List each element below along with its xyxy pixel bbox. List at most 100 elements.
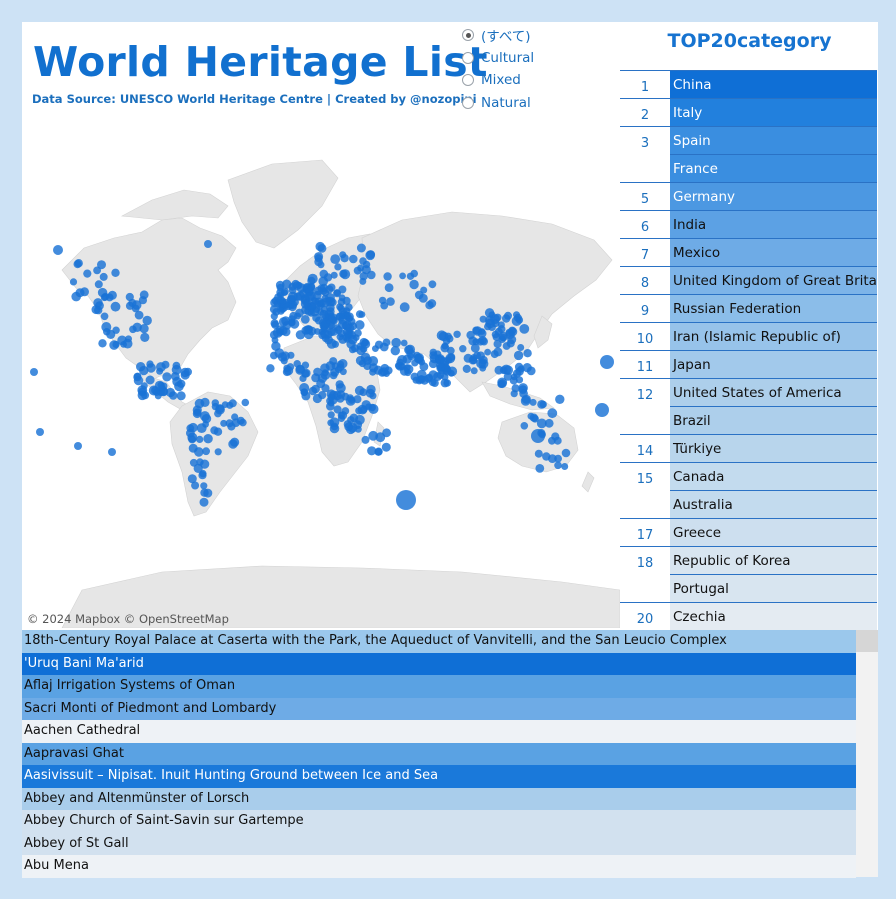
site-list-item[interactable]: Abu Mena: [22, 855, 856, 878]
heritage-site-dot[interactable]: [551, 432, 560, 441]
heritage-site-dot[interactable]: [339, 251, 347, 259]
heritage-site-dot[interactable]: [191, 481, 200, 490]
heritage-site-dot[interactable]: [396, 490, 416, 510]
country-name[interactable]: Iran (Islamic Republic of): [670, 322, 877, 350]
heritage-site-dot[interactable]: [168, 391, 178, 400]
heritage-site-dot[interactable]: [228, 399, 237, 408]
heritage-site-dot[interactable]: [180, 370, 190, 380]
heritage-site-dot[interactable]: [480, 337, 488, 346]
heritage-site-dot[interactable]: [400, 339, 408, 347]
heritage-site-dot[interactable]: [428, 359, 438, 369]
heritage-site-dot[interactable]: [504, 311, 512, 320]
heritage-site-dot[interactable]: [231, 413, 239, 421]
heritage-site-dot[interactable]: [410, 372, 419, 381]
heritage-site-dot[interactable]: [381, 442, 391, 452]
heritage-site-dot[interactable]: [122, 338, 133, 349]
heritage-site-dot[interactable]: [75, 288, 85, 298]
heritage-site-dot[interactable]: [477, 329, 487, 338]
world-map-canvas[interactable]: [22, 120, 620, 628]
heritage-site-dot[interactable]: [317, 261, 325, 269]
site-list-item[interactable]: 'Uruq Bani Ma'arid: [22, 652, 856, 675]
heritage-site-dot[interactable]: [318, 331, 327, 340]
country-name[interactable]: Spain: [670, 126, 877, 154]
heritage-site-dot[interactable]: [513, 350, 524, 361]
heritage-site-dot[interactable]: [146, 363, 156, 373]
country-name[interactable]: Portugal: [670, 574, 877, 602]
heritage-site-dot[interactable]: [134, 310, 144, 320]
heritage-site-dot[interactable]: [440, 343, 450, 353]
heritage-site-dot[interactable]: [320, 363, 330, 373]
heritage-site-dot[interactable]: [186, 428, 195, 438]
heritage-site-list[interactable]: 18th-Century Royal Palace at Caserta wit…: [22, 630, 878, 878]
heritage-site-dot[interactable]: [407, 353, 415, 361]
country-name[interactable]: France: [670, 154, 877, 182]
heritage-site-dot[interactable]: [293, 360, 301, 368]
heritage-site-dot[interactable]: [346, 394, 355, 402]
heritage-site-dot[interactable]: [349, 254, 358, 264]
ranking-row[interactable]: 20 Czechia: [620, 602, 877, 630]
heritage-site-dot[interactable]: [375, 432, 386, 443]
country-name[interactable]: China: [670, 70, 877, 98]
site-list-item[interactable]: Abbey Church of Saint-Savin sur Gartempe: [22, 810, 856, 833]
heritage-site-dot[interactable]: [362, 260, 371, 269]
heritage-site-dot[interactable]: [554, 461, 562, 470]
heritage-site-dot[interactable]: [271, 320, 280, 329]
heritage-site-dot[interactable]: [318, 391, 327, 400]
country-name[interactable]: Russian Federation: [670, 294, 877, 322]
site-list-item[interactable]: Aachen Cathedral: [22, 720, 856, 743]
country-name[interactable]: Türkiye: [670, 434, 877, 462]
heritage-site-dot[interactable]: [99, 272, 108, 281]
heritage-site-dot[interactable]: [214, 448, 222, 456]
heritage-site-dot[interactable]: [600, 355, 614, 369]
heritage-site-dot[interactable]: [337, 414, 345, 422]
ranking-row[interactable]: 14 Türkiye: [620, 434, 877, 462]
heritage-site-dot[interactable]: [270, 351, 278, 360]
heritage-site-dot[interactable]: [341, 407, 350, 415]
heritage-site-dot[interactable]: [520, 396, 531, 406]
heritage-site-dot[interactable]: [502, 342, 511, 350]
heritage-site-dot[interactable]: [83, 269, 92, 278]
heritage-site-dot[interactable]: [199, 497, 209, 507]
heritage-site-dot[interactable]: [156, 367, 164, 375]
heritage-site-dot[interactable]: [338, 285, 347, 294]
ranking-row[interactable]: 15 Canada: [620, 462, 877, 490]
heritage-site-dot[interactable]: [519, 324, 530, 334]
heritage-site-dot[interactable]: [129, 325, 137, 334]
heritage-site-dot[interactable]: [336, 390, 346, 399]
heritage-site-dot[interactable]: [356, 243, 366, 253]
heritage-site-dot[interactable]: [491, 319, 500, 328]
heritage-site-dot[interactable]: [353, 266, 362, 275]
heritage-site-dot[interactable]: [230, 437, 240, 447]
heritage-site-dot[interactable]: [526, 366, 536, 376]
heritage-site-dot[interactable]: [383, 272, 392, 281]
heritage-site-dot[interactable]: [499, 333, 507, 342]
heritage-site-dot[interactable]: [334, 263, 342, 271]
heritage-site-dot[interactable]: [36, 428, 44, 436]
heritage-site-dot[interactable]: [337, 298, 346, 306]
heritage-site-dot[interactable]: [520, 422, 529, 430]
heritage-site-dot[interactable]: [367, 270, 376, 280]
heritage-site-dot[interactable]: [479, 364, 487, 372]
heritage-site-dot[interactable]: [288, 291, 298, 302]
heritage-site-dot[interactable]: [74, 442, 82, 450]
radio-icon[interactable]: [462, 96, 474, 109]
heritage-site-dot[interactable]: [397, 355, 407, 365]
heritage-site-dot[interactable]: [534, 449, 543, 458]
heritage-site-dot[interactable]: [327, 283, 336, 292]
heritage-site-dot[interactable]: [109, 340, 119, 350]
heritage-site-dot[interactable]: [384, 283, 394, 293]
heritage-site-dot[interactable]: [194, 447, 204, 457]
heritage-site-dot[interactable]: [305, 325, 313, 333]
ranking-row[interactable]: 11 Japan: [620, 350, 877, 378]
heritage-site-dot[interactable]: [74, 259, 83, 268]
heritage-site-dot[interactable]: [103, 328, 111, 336]
heritage-site-dot[interactable]: [440, 378, 450, 388]
country-name[interactable]: Mexico: [670, 238, 877, 266]
heritage-site-dot[interactable]: [595, 403, 609, 417]
heritage-site-dot[interactable]: [361, 400, 371, 410]
heritage-site-dot[interactable]: [107, 290, 117, 300]
heritage-site-dot[interactable]: [554, 454, 562, 463]
heritage-site-dot[interactable]: [171, 364, 182, 375]
heritage-site-dot[interactable]: [241, 398, 250, 407]
heritage-site-dot[interactable]: [200, 488, 209, 497]
